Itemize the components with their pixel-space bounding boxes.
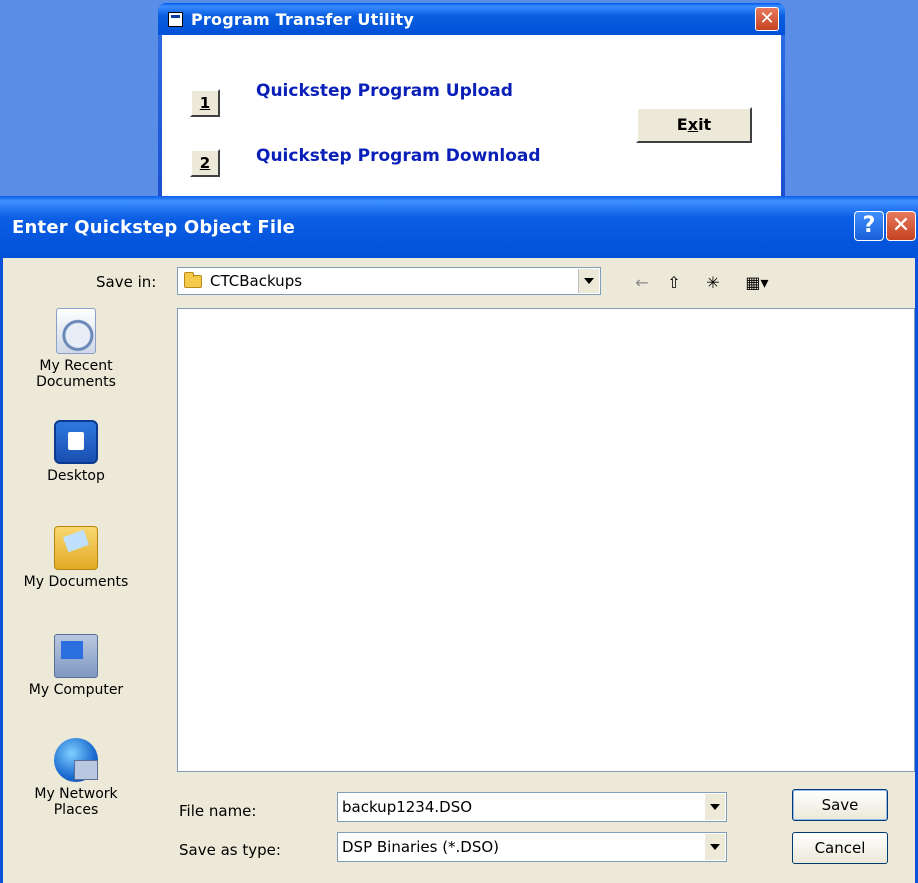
chevron-down-icon[interactable] (705, 834, 725, 860)
up-folder-icon[interactable]: ⇧ (663, 271, 685, 293)
place-my-documents[interactable]: My Documents (7, 526, 145, 590)
file-name-label: File name: (179, 802, 257, 820)
program-transfer-title: Program Transfer Utility (191, 9, 414, 29)
close-icon[interactable]: ✕ (886, 211, 916, 241)
file-list-pane[interactable] (177, 308, 915, 772)
dialog-title: Enter Quickstep Object File (12, 216, 296, 238)
exit-label-prefix: E (676, 115, 688, 134)
close-icon[interactable]: ✕ (755, 7, 779, 31)
file-name-value: backup1234.DSO (342, 798, 473, 816)
place-label: My Computer (28, 682, 124, 698)
chevron-down-icon[interactable] (705, 794, 725, 820)
app-icon (168, 11, 183, 27)
desktop-icon (54, 420, 98, 464)
save-in-value: CTCBackups (210, 272, 303, 290)
place-label: My Recent (39, 358, 113, 374)
program-transfer-window: Program Transfer Utility ✕ 1 Quickstep P… (158, 3, 785, 203)
save-file-dialog: Enter Quickstep Object File ? ✕ Save in:… (0, 196, 918, 883)
save-in-label: Save in: (96, 273, 157, 291)
back-icon[interactable]: ← (631, 271, 653, 293)
folder-icon (184, 271, 202, 288)
views-menu-icon[interactable]: ▦▾ (737, 271, 777, 293)
recent-documents-icon (56, 308, 96, 354)
place-my-network-places[interactable]: My Network Places (7, 738, 145, 818)
upload-option-label[interactable]: Quickstep Program Upload (256, 81, 513, 101)
save-as-type-value: DSP Binaries (*.DSO) (342, 838, 500, 856)
network-places-icon (54, 738, 98, 782)
download-option-label[interactable]: Quickstep Program Download (256, 146, 541, 166)
new-folder-icon[interactable]: ✳ (701, 271, 725, 293)
exit-button[interactable]: Exit (636, 107, 752, 143)
place-label: My Documents (23, 574, 129, 590)
place-label: Places (53, 802, 99, 818)
download-number-button[interactable]: 2 (190, 149, 220, 177)
program-transfer-body: 1 Quickstep Program Upload 2 Quickstep P… (162, 35, 781, 203)
exit-label-suffix: it (698, 115, 712, 134)
exit-label-mnemonic: x (687, 115, 699, 134)
upload-number-button[interactable]: 1 (190, 89, 220, 117)
help-icon[interactable]: ? (854, 211, 884, 241)
cancel-button[interactable]: Cancel (792, 832, 888, 864)
save-as-type-dropdown[interactable]: DSP Binaries (*.DSO) (337, 832, 727, 862)
place-my-computer[interactable]: My Computer (7, 634, 145, 698)
place-label: My Network (34, 786, 118, 802)
my-documents-icon (54, 526, 98, 570)
save-as-type-label: Save as type: (179, 841, 281, 859)
place-desktop[interactable]: Desktop (7, 420, 145, 484)
place-label: Desktop (47, 468, 105, 484)
my-computer-icon (54, 634, 98, 678)
dialog-titlebar[interactable]: Enter Quickstep Object File ? ✕ (0, 196, 918, 258)
program-transfer-titlebar[interactable]: Program Transfer Utility ✕ (158, 3, 785, 35)
save-button[interactable]: Save (792, 789, 888, 821)
chevron-down-icon[interactable] (578, 269, 599, 293)
file-name-field[interactable]: backup1234.DSO (337, 792, 727, 822)
place-label: Documents (36, 374, 116, 390)
place-my-recent-documents[interactable]: My Recent Documents (7, 308, 145, 390)
save-in-dropdown[interactable]: CTCBackups (177, 267, 601, 295)
places-bar: My Recent Documents Desktop My Documents… (7, 308, 145, 848)
